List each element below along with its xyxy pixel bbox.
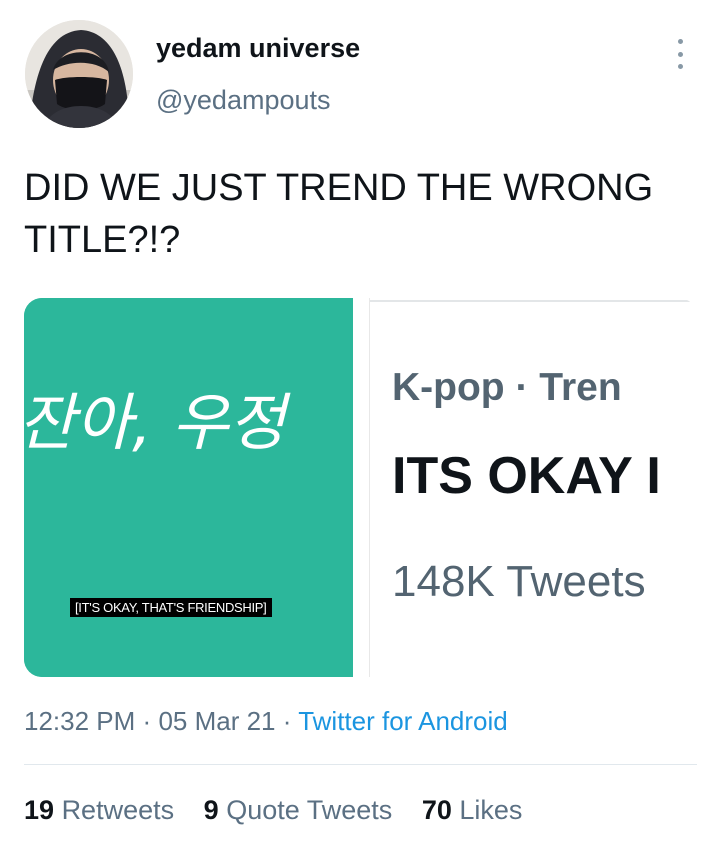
likes-label: Likes (459, 795, 523, 825)
trend-name: ITS OKAY I (392, 447, 661, 505)
quote-tweets-count: 9 (203, 795, 219, 825)
more-options-icon[interactable] (668, 36, 692, 72)
display-name[interactable]: yedam universe (156, 33, 360, 64)
divider (370, 300, 697, 302)
subtitle-caption: [IT'S OKAY, THAT'S FRIENDSHIP] (70, 598, 272, 617)
quote-tweets-stat[interactable]: 9 Quote Tweets (204, 795, 393, 826)
quote-tweets-label: Quote Tweets (226, 795, 393, 825)
user-handle[interactable]: @yedampouts (156, 85, 331, 116)
trend-tweet-count: 148K Tweets (392, 557, 646, 606)
likes-count: 70 (421, 795, 452, 825)
avatar-photo (25, 20, 133, 128)
tweet-text: DID WE JUST TREND THE WRONG TITLE?!? (24, 167, 654, 261)
media-image-trend[interactable]: K-pop · Tren ITS OKAY I 148K Tweets (369, 298, 697, 677)
retweets-count: 19 (24, 795, 55, 825)
dot-icon (677, 39, 683, 44)
separator: · (282, 706, 292, 736)
trend-category: K-pop · Tren (392, 366, 622, 409)
separator: · (142, 706, 152, 736)
korean-handwriting-art: 잔아, 우정 (24, 298, 353, 677)
overlay-text: 잔아, 우정 (24, 386, 292, 459)
media-image-friendship[interactable]: 잔아, 우정 [IT'S OKAY, THAT'S FRIENDSHIP] (24, 298, 353, 677)
tweet-metadata: 12:32 PM · 05 Mar 21 · Twitter for Andro… (24, 706, 508, 737)
tweet-date[interactable]: 05 Mar 21 (158, 706, 275, 736)
dot-icon (677, 51, 683, 57)
avatar[interactable] (25, 20, 133, 128)
divider (24, 764, 697, 765)
media-grid: 잔아, 우정 [IT'S OKAY, THAT'S FRIENDSHIP] K-… (24, 298, 697, 677)
dot-icon (677, 64, 683, 69)
tweet-source-link[interactable]: Twitter for Android (298, 706, 508, 736)
tweet-time[interactable]: 12:32 PM (24, 706, 135, 736)
engagement-stats: 19 Retweets 9 Quote Tweets 70 Likes (24, 795, 544, 826)
retweets-stat[interactable]: 19 Retweets (24, 795, 174, 826)
retweets-label: Retweets (61, 795, 175, 825)
likes-stat[interactable]: 70 Likes (422, 795, 523, 826)
